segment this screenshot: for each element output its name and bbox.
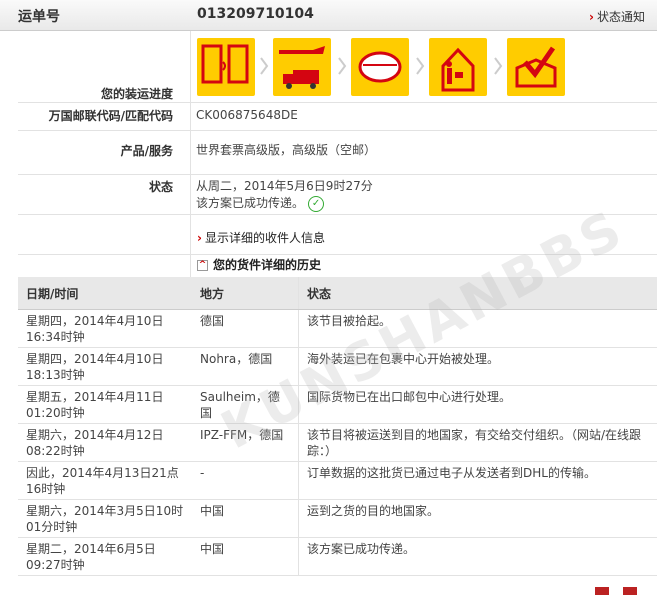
progress-label: 您的装运进度 xyxy=(100,87,173,101)
upu-code-label: 万国邮联代码/匹配代码 xyxy=(48,109,173,123)
status-notification-label: 状态通知 xyxy=(596,10,645,24)
chevron-right-icon xyxy=(338,57,347,75)
chevron-right-icon: › xyxy=(589,10,594,24)
history-place-cell: 中国 xyxy=(192,499,299,538)
show-recipient-details-link[interactable]: › 显示详细的收件人信息 xyxy=(197,229,325,246)
upu-code-value: CK006875648DE xyxy=(196,108,298,122)
chevron-right-icon xyxy=(416,57,425,75)
history-title: 您的货件详细的历史 xyxy=(213,258,322,272)
history-status-cell: 运到之货的目的地国家。 xyxy=(298,499,657,538)
status-notification-link[interactable]: › 状态通知 xyxy=(589,8,645,25)
history-toggle[interactable]: ^ 您的货件详细的历史 xyxy=(197,256,321,273)
waybill-label: 运单号 xyxy=(18,9,60,25)
history-date-cell: 因此，2014年4月13日21点16时钟 xyxy=(18,461,192,500)
collapse-icon: ^ xyxy=(197,260,208,271)
history-date-cell: 星期二，2014年6月5日 09:27时钟 xyxy=(18,537,192,576)
history-row: 因此，2014年4月13日21点16时钟 - 订单数据的这批货已通过电子从发送者到D… xyxy=(18,461,657,500)
product-row: 产品/服务 世界套票高级版，高级版（空邮） xyxy=(18,130,657,175)
history-date-cell: 星期六，2014年3月5日10时01分时钟 xyxy=(18,499,192,538)
footer-icons xyxy=(581,584,637,598)
product-value: 世界套票高级版，高级版（空邮） xyxy=(196,143,377,157)
recipient-link-label: 显示详细的收件人信息 xyxy=(204,231,325,245)
history-row: 星期二，2014年6月5日 09:27时钟 中国 该方案已成功传递。 xyxy=(18,537,657,576)
history-status-cell: 订单数据的这批货已通过电子从发送者到DHL的传输。 xyxy=(298,461,657,500)
history-date-cell: 星期六，2014年4月12日 08:22时钟 xyxy=(18,423,192,462)
status-label: 状态 xyxy=(148,180,173,194)
chevron-right-icon: › xyxy=(197,231,202,245)
history-row: 星期六，2014年3月5日10时01分时钟 中国 运到之货的目的地国家。 xyxy=(18,499,657,538)
waybill-header: 运单号 013209710104 › 状态通知 xyxy=(0,0,657,31)
history-place-cell: 中国 xyxy=(192,537,299,576)
column-header-place: 地方 xyxy=(192,277,299,310)
chevron-right-icon xyxy=(494,57,503,75)
pdf-icon[interactable] xyxy=(595,587,609,595)
waybill-number: 013209710104 xyxy=(197,6,314,22)
history-status-cell: 该方案已成功传递。 xyxy=(298,537,657,576)
history-date-cell: 星期五，2014年4月11日 01:20时钟 xyxy=(18,385,192,424)
chevron-right-icon xyxy=(260,57,269,75)
print-icon[interactable] xyxy=(623,587,637,595)
mobile-tracking-icon xyxy=(197,38,255,96)
history-date-cell: 星期四，2014年4月10日 18:13时钟 xyxy=(18,347,192,386)
status-message: 该方案已成功传递。 xyxy=(196,196,305,210)
product-label: 产品/服务 xyxy=(120,144,173,158)
history-place-cell: 德国 xyxy=(192,309,299,348)
column-header-date: 日期/时间 xyxy=(18,277,192,310)
status-date: 从周二，2014年5月6日9时27分 xyxy=(196,179,373,193)
border-frontier-icon xyxy=(351,38,409,96)
history-date-cell: 星期四，2014年4月10日 16:34时钟 xyxy=(18,309,192,348)
history-table: 日期/时间 地方 状态 星期四，2014年4月10日 16:34时钟 德国 该节目被… xyxy=(18,277,657,576)
history-row: 星期六，2014年4月12日 08:22时钟 IPZ-FFM，德国 该节目将被运送到… xyxy=(18,423,657,462)
status-row: 状态 从周二，2014年5月6日9时27分 该方案已成功传递。 ✓ xyxy=(18,174,657,215)
checkmark-icon: ✓ xyxy=(308,195,325,212)
courier-delivery-icon xyxy=(429,38,487,96)
history-place-cell: - xyxy=(192,461,299,500)
upu-code-row: 万国邮联代码/匹配代码 CK006875648DE xyxy=(18,102,657,131)
airplane-truck-icon xyxy=(273,38,331,96)
delivered-box-check-icon xyxy=(507,38,565,96)
status-value: 从周二，2014年5月6日9时27分 该方案已成功传递。 ✓ xyxy=(196,178,373,212)
history-status-cell: 该节目将被运送到目的地国家，有交给交付组织。（网站/在线跟踪：） xyxy=(298,423,657,462)
